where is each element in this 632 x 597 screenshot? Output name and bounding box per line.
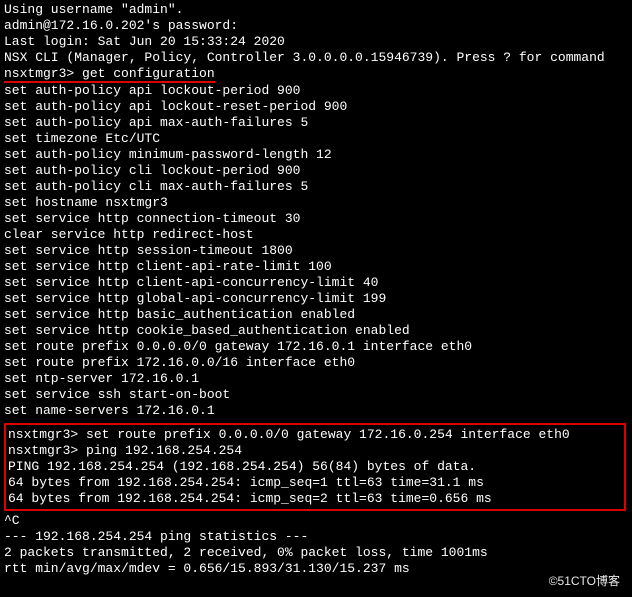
config-line: set service http connection-timeout 30 [4,211,628,227]
config-line: set name-servers 172.16.0.1 [4,403,628,419]
login-line-username: Using username "admin". [4,2,628,18]
ping-header: PING 192.168.254.254 (192.168.254.254) 5… [8,459,622,475]
config-line: set service http basic_authentication en… [4,307,628,323]
config-line: set hostname nsxtmgr3 [4,195,628,211]
highlighted-commands-box: nsxtmgr3> set route prefix 0.0.0.0/0 gat… [4,423,626,511]
config-line: set service http client-api-rate-limit 1… [4,259,628,275]
ping-reply: 64 bytes from 192.168.254.254: icmp_seq=… [8,475,622,491]
config-line: set service http session-timeout 1800 [4,243,628,259]
ping-stats-header: --- 192.168.254.254 ping statistics --- [4,529,628,545]
config-line: set service http global-api-concurrency-… [4,291,628,307]
config-line: set auth-policy cli max-auth-failures 5 [4,179,628,195]
login-line-password: admin@172.16.0.202's password: [4,18,628,34]
config-line: set auth-policy api max-auth-failures 5 [4,115,628,131]
config-line: set auth-policy minimum-password-length … [4,147,628,163]
ping-command: nsxtmgr3> ping 192.168.254.254 [8,443,622,459]
watermark-label: ©51CTO博客 [543,571,626,591]
set-route-command: nsxtmgr3> set route prefix 0.0.0.0/0 gat… [8,427,622,443]
config-line: clear service http redirect-host [4,227,628,243]
ping-stats-packets: 2 packets transmitted, 2 received, 0% pa… [4,545,628,561]
config-line: set ntp-server 172.16.0.1 [4,371,628,387]
last-login-line: Last login: Sat Jun 20 15:33:24 2020 [4,34,628,50]
command-text: get configuration [82,66,215,81]
nsx-cli-banner: NSX CLI (Manager, Policy, Controller 3.0… [4,50,628,66]
ping-reply: 64 bytes from 192.168.254.254: icmp_seq=… [8,491,622,507]
config-line: set service ssh start-on-boot [4,387,628,403]
config-line: set route prefix 0.0.0.0/0 gateway 172.1… [4,339,628,355]
config-line: set auth-policy cli lockout-period 900 [4,163,628,179]
config-line: set auth-policy api lockout-period 900 [4,83,628,99]
ping-stats-rtt: rtt min/avg/max/mdev = 0.656/15.893/31.1… [4,561,628,577]
ctrl-c-line: ^C [4,513,628,529]
config-line: set service http cookie_based_authentica… [4,323,628,339]
config-line: set timezone Etc/UTC [4,131,628,147]
config-line: set auth-policy api lockout-reset-period… [4,99,628,115]
config-line: set service http client-api-concurrency-… [4,275,628,291]
config-line: set route prefix 172.16.0.0/16 interface… [4,355,628,371]
prompt-text: nsxtmgr3> [4,66,74,81]
prompt-get-configuration[interactable]: nsxtmgr3> get configuration [4,66,628,83]
